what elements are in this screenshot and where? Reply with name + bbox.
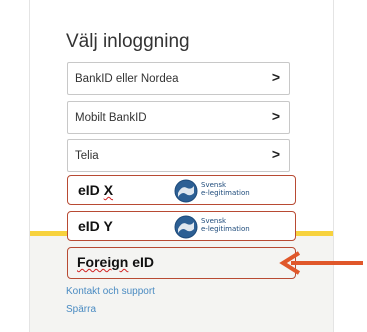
logo-text: Svensk e-legitimation bbox=[201, 217, 250, 233]
svensk-e-legitimation-logo: Svensk e-legitimation bbox=[174, 179, 254, 203]
logo-text-line-1: Svensk bbox=[201, 217, 227, 225]
eid-label-main: eID bbox=[78, 182, 100, 198]
option-foreign-eid[interactable]: Foreign eID bbox=[67, 247, 296, 279]
option-telia[interactable]: Telia > bbox=[67, 139, 290, 172]
option-label: BankID eller Nordea bbox=[75, 72, 179, 85]
option-label: eID Y bbox=[78, 218, 113, 234]
option-mobilt-bankid[interactable]: Mobilt BankID > bbox=[67, 101, 290, 134]
foreign-label-suffix: eID bbox=[132, 254, 155, 270]
logo-text-line-1: Svensk bbox=[201, 181, 227, 189]
arrow-left-icon bbox=[279, 251, 363, 275]
chevron-right-icon: > bbox=[271, 146, 280, 162]
chevron-right-icon: > bbox=[271, 108, 280, 124]
option-label: Mobilt BankID bbox=[75, 111, 147, 124]
option-label: Foreign eID bbox=[77, 254, 154, 270]
svensk-e-legitimation-logo: Svensk e-legitimation bbox=[174, 215, 254, 239]
contact-support-link[interactable]: Kontakt och support bbox=[66, 286, 155, 297]
option-label: Telia bbox=[75, 149, 99, 162]
option-bankid-nordea[interactable]: BankID eller Nordea > bbox=[67, 62, 290, 95]
logo-text-line-2: e-legitimation bbox=[201, 225, 250, 233]
option-eid-y[interactable]: eID Y Svensk e-legitimation bbox=[67, 211, 296, 241]
login-card: Välj inloggning BankID eller Nordea > Mo… bbox=[29, 0, 334, 332]
block-link[interactable]: Spärra bbox=[66, 304, 96, 315]
logo-text: Svensk e-legitimation bbox=[201, 181, 250, 197]
option-eid-x[interactable]: eID X Svensk e-legitimation bbox=[67, 175, 296, 205]
eid-label-suffix: Y bbox=[103, 218, 113, 234]
chevron-right-icon: > bbox=[271, 69, 280, 85]
eid-label-suffix: X bbox=[103, 182, 114, 198]
logo-text-line-2: e-legitimation bbox=[201, 189, 250, 197]
eid-label-main: eID bbox=[78, 218, 100, 234]
foreign-label-main: Foreign bbox=[77, 254, 129, 270]
page-title: Välj inloggning bbox=[66, 31, 190, 52]
option-label: eID X bbox=[78, 182, 113, 198]
